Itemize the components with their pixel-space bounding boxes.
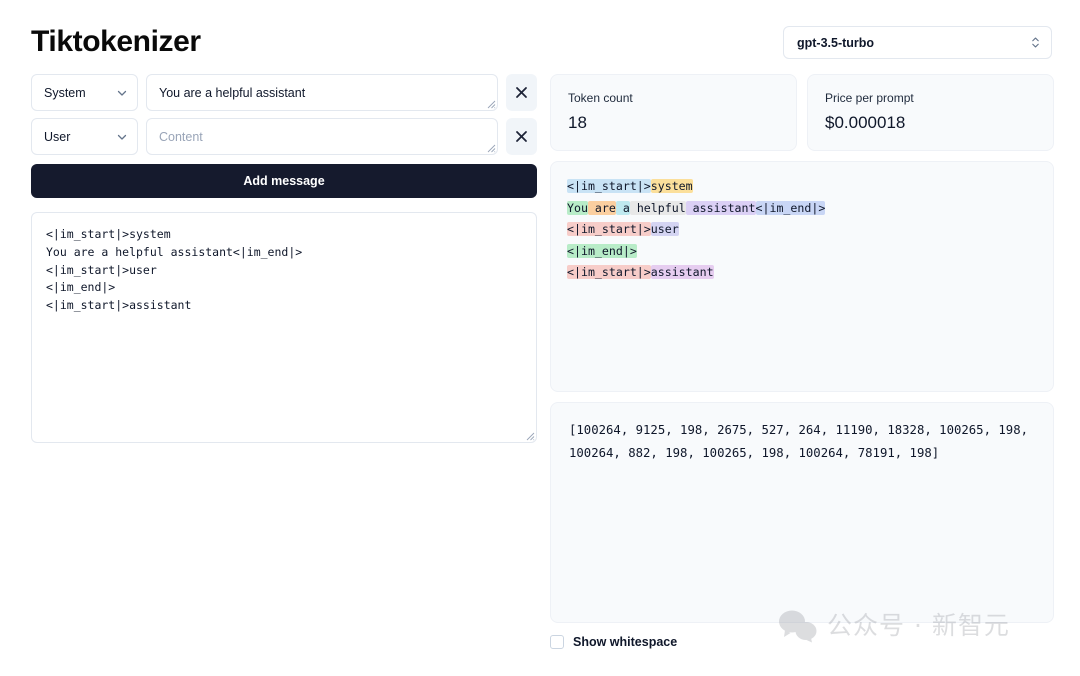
message-row: User Content — [31, 118, 537, 155]
role-select-label: System — [44, 86, 116, 100]
remove-message-button-system[interactable] — [506, 74, 537, 111]
token-chip: a — [616, 201, 630, 215]
resize-grip-icon[interactable] — [485, 142, 496, 153]
token-chip: system — [651, 179, 693, 193]
close-icon — [514, 85, 529, 100]
role-select-user[interactable]: User — [31, 118, 138, 155]
token-chip: You — [567, 201, 588, 215]
token-count-value: 18 — [568, 112, 779, 134]
chevron-down-icon — [116, 87, 128, 99]
token-chip: are — [588, 201, 616, 215]
show-whitespace-label: Show whitespace — [573, 635, 677, 649]
token-chip: user — [651, 222, 679, 236]
message-content-text: You are a helpful assistant — [159, 84, 483, 102]
prompt-textarea-value: <|im_start|>system You are a helpful ass… — [32, 213, 536, 328]
token-chip: <|im_end|> — [567, 244, 637, 258]
token-chip: <|im_start|> — [567, 222, 651, 236]
page-title: Tiktokenizer — [31, 22, 201, 62]
token-ids-panel: [100264, 9125, 198, 2675, 527, 264, 1119… — [550, 402, 1054, 623]
stats-row: Token count 18 Price per prompt $0.00001… — [550, 74, 1054, 151]
resize-grip-icon[interactable] — [485, 98, 496, 109]
model-select[interactable]: gpt-3.5-turbo — [783, 26, 1052, 59]
model-select-value: gpt-3.5-turbo — [797, 36, 1030, 50]
chevron-down-icon — [116, 131, 128, 143]
token-ids-text: [100264, 9125, 198, 2675, 527, 264, 1119… — [569, 419, 1035, 465]
token-chip: <|im_start|> — [567, 265, 651, 279]
message-row: System You are a helpful assistant — [31, 74, 537, 111]
token-chip: <|im_end|> — [756, 201, 826, 215]
token-flow: <|im_start|>systemYou are a helpful assi… — [567, 176, 1037, 284]
token-chip: assistant — [686, 201, 756, 215]
results-column: Token count 18 Price per prompt $0.00001… — [550, 74, 1054, 649]
price-value: $0.000018 — [825, 112, 1036, 134]
token-count-card: Token count 18 — [550, 74, 797, 151]
show-whitespace-row[interactable]: Show whitespace — [550, 635, 1054, 649]
show-whitespace-checkbox[interactable] — [550, 635, 564, 649]
token-count-caption: Token count — [568, 90, 779, 106]
message-content-placeholder: Content — [159, 128, 483, 146]
price-per-prompt-card: Price per prompt $0.000018 — [807, 74, 1054, 151]
tokenized-text-panel: <|im_start|>systemYou are a helpful assi… — [550, 161, 1054, 392]
tiktokenizer-app: Tiktokenizer gpt-3.5-turbo System You ar… — [0, 0, 1080, 676]
resize-grip-icon[interactable] — [524, 430, 535, 441]
remove-message-button-user[interactable] — [506, 118, 537, 155]
role-select-system[interactable]: System — [31, 74, 138, 111]
token-chip: helpful — [630, 201, 686, 215]
price-caption: Price per prompt — [825, 90, 1036, 106]
messages-column: System You are a helpful assistant — [31, 74, 537, 443]
prompt-textarea[interactable]: <|im_start|>system You are a helpful ass… — [31, 212, 537, 443]
message-content-input-system[interactable]: You are a helpful assistant — [146, 74, 498, 111]
token-chip: assistant — [651, 265, 714, 279]
token-chip: <|im_start|> — [567, 179, 651, 193]
add-message-button[interactable]: Add message — [31, 164, 537, 198]
role-select-label: User — [44, 130, 116, 144]
chevron-up-down-icon — [1030, 35, 1041, 50]
close-icon — [514, 129, 529, 144]
message-content-input-user[interactable]: Content — [146, 118, 498, 155]
